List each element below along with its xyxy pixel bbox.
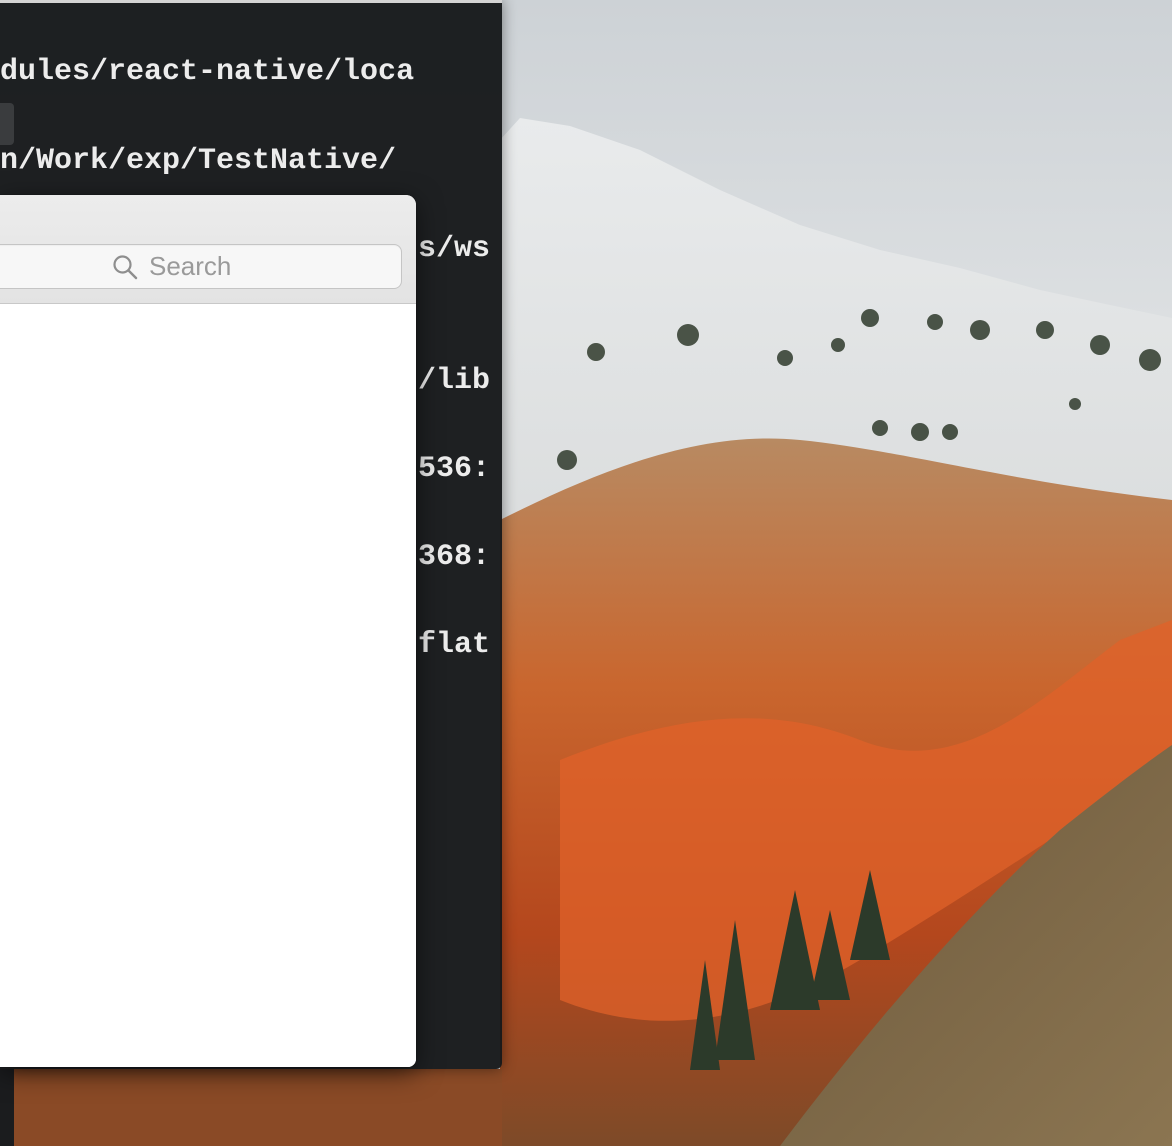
terminal-line: 536: <box>418 452 491 486</box>
terminal-line: 368: <box>418 540 491 574</box>
search-input[interactable] <box>0 245 401 288</box>
search-field[interactable] <box>0 244 402 289</box>
search-panel-window[interactable] <box>0 195 416 1067</box>
terminal-line: flat <box>418 628 491 662</box>
terminal-scroll-marker <box>0 103 14 145</box>
panel-content-area[interactable] <box>0 304 416 1067</box>
window-edge <box>0 1069 14 1146</box>
terminal-line: s/ws <box>418 232 491 266</box>
terminal-line: dules/react-native/loca <box>0 55 415 89</box>
terminal-line: n/Work/exp/TestNative/ <box>0 144 397 178</box>
panel-toolbar <box>0 195 416 304</box>
terminal-line: /lib <box>418 364 491 398</box>
